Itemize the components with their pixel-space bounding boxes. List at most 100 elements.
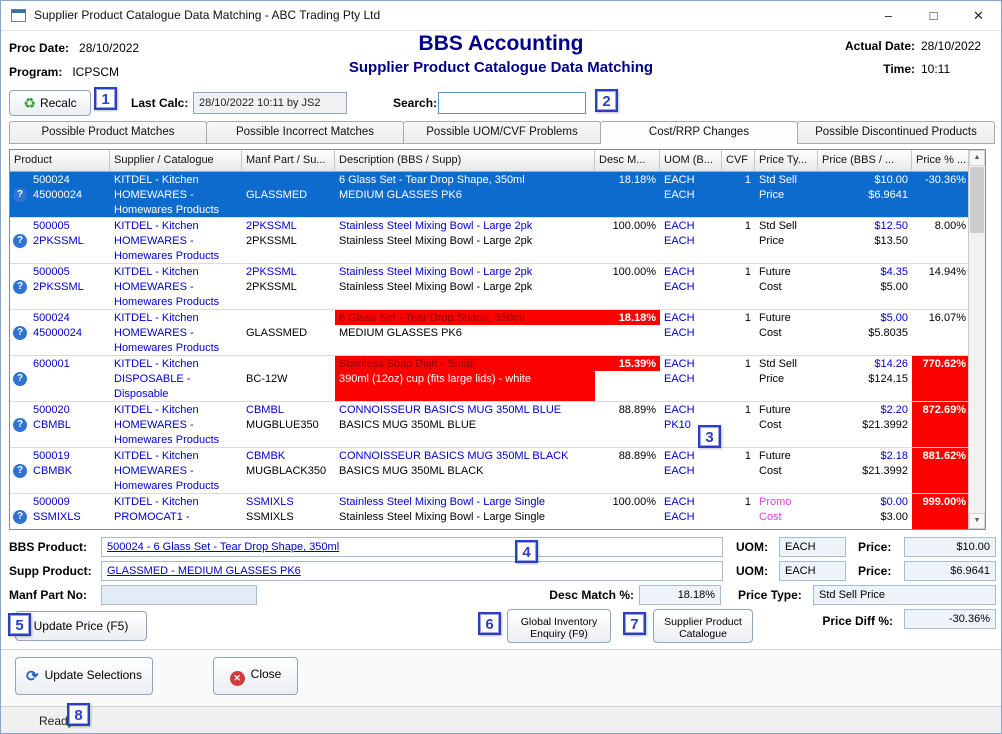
uom-line-1: EACH: [660, 402, 722, 417]
supplier-catalogue-button[interactable]: Supplier Product Catalogue: [653, 609, 753, 643]
row-help-icon[interactable]: ?: [13, 234, 27, 248]
row-help-icon[interactable]: ?: [13, 280, 27, 294]
supplier-line-1: KITDEL - Kitchen: [110, 218, 242, 233]
program-value: ICPSCM: [72, 65, 119, 79]
callout-4: 4: [515, 540, 538, 563]
col-uom[interactable]: UOM (B...: [660, 150, 722, 171]
cell-price-pct: 999.00%: [912, 494, 968, 529]
cell-price-pct: 16.07%: [912, 310, 968, 355]
price-diff-field: -30.36%: [904, 609, 996, 629]
search-label: Search:: [393, 96, 437, 110]
price-line-1: $12.50: [818, 218, 912, 233]
col-manf-part[interactable]: Manf Part / Su...: [242, 150, 335, 171]
col-cvf[interactable]: CVF: [722, 150, 755, 171]
bbs-product-link[interactable]: 500024 - 6 Glass Set - Tear Drop Shape, …: [107, 541, 339, 553]
grid-row-2[interactable]: ?5000052PKSSMLKITDEL - KitchenHOMEWARES …: [10, 264, 968, 310]
grid-row-5[interactable]: ?500020CBMBLKITDEL - KitchenHOMEWARES -H…: [10, 402, 968, 448]
row-help-icon[interactable]: ?: [13, 510, 27, 524]
supplier-line-3: Homewares Products: [110, 432, 242, 447]
price-diff-label: Price Diff %:: [781, 614, 893, 628]
cell-supplier: KITDEL - KitchenHOMEWARES -Homewares Pro…: [110, 448, 242, 493]
grid-row-3[interactable]: ?50002445000024KITDEL - KitchenHOMEWARES…: [10, 310, 968, 356]
cell-cvf: 1: [722, 264, 755, 309]
row-help-icon[interactable]: ?: [13, 464, 27, 478]
product-codes: 500009SSMIXLS: [29, 494, 110, 524]
desc-match-label: Desc Match %:: [546, 588, 634, 602]
tab-possible-incorrect-matches[interactable]: Possible Incorrect Matches: [206, 121, 404, 144]
description-line-2: 390ml (12oz) cup (fits large lids) - whi…: [335, 371, 595, 386]
manf-part-line-1: [242, 310, 335, 325]
grid-row-7[interactable]: ?500009SSMIXLSKITDEL - KitchenPROMOCAT1 …: [10, 494, 968, 529]
price-line-2: $21.3992: [818, 417, 912, 432]
scroll-down-icon[interactable]: ▼: [969, 513, 985, 529]
grid-header: Product Supplier / Catalogue Manf Part /…: [10, 150, 968, 172]
tab-possible-uom-cvf-problems[interactable]: Possible UOM/CVF Problems: [403, 121, 601, 144]
tab-possible-discontinued-products[interactable]: Possible Discontinued Products: [797, 121, 995, 144]
row-help-icon[interactable]: ?: [13, 326, 27, 340]
cell-supplier: KITDEL - KitchenHOMEWARES -Homewares Pro…: [110, 172, 242, 217]
col-product[interactable]: Product: [10, 150, 110, 171]
vertical-scrollbar[interactable]: ▲ ▼: [968, 150, 985, 529]
product-line-1: 500005: [29, 218, 110, 233]
cell-desc-match: 18.18%: [595, 310, 660, 355]
grid-row-4[interactable]: ?600001KITDEL - KitchenDISPOSABLE -Dispo…: [10, 356, 968, 402]
description-line-1: Stainless Steel Mixing Bowl - Large 2pk: [335, 264, 595, 279]
col-price-type[interactable]: Price Ty...: [755, 150, 818, 171]
footer: ⟳Update Selections ✕Close: [1, 650, 1001, 706]
col-price-pct[interactable]: Price % ...: [912, 150, 970, 171]
minimize-icon[interactable]: –: [866, 1, 911, 31]
col-description[interactable]: Description (BBS / Supp): [335, 150, 595, 171]
row-help-icon[interactable]: ?: [13, 418, 27, 432]
close-button[interactable]: ✕Close: [213, 657, 298, 695]
supp-product-link[interactable]: GLASSMED - MEDIUM GLASSES PK6: [107, 565, 301, 577]
supplier-line-1: KITDEL - Kitchen: [110, 356, 242, 371]
price-line-1: $5.00: [818, 310, 912, 325]
supplier-line-1: KITDEL - Kitchen: [110, 172, 242, 187]
price-line-2: $5.00: [818, 279, 912, 294]
update-selections-button[interactable]: ⟳Update Selections: [15, 657, 153, 695]
grid-row-1[interactable]: ?5000052PKSSMLKITDEL - KitchenHOMEWARES …: [10, 218, 968, 264]
supplier-line-3: Homewares Products: [110, 294, 242, 309]
cell-price: $12.50$13.50: [818, 218, 912, 263]
supplier-line-3: Homewares Products: [110, 248, 242, 263]
cell-product: ?600001: [10, 356, 110, 401]
update-price-button[interactable]: Update Price (F5): [15, 611, 147, 641]
manf-part-input[interactable]: [101, 585, 257, 605]
row-help-icon[interactable]: ?: [13, 372, 27, 386]
product-line-2: [29, 371, 110, 386]
global-inventory-button[interactable]: Global Inventory Enquiry (F9): [507, 609, 611, 643]
grid-row-0[interactable]: ?50002445000024KITDEL - KitchenHOMEWARES…: [10, 172, 968, 218]
cell-price-pct: -30.36%: [912, 172, 968, 217]
last-calc-label: Last Calc:: [131, 96, 188, 110]
tab-possible-product-matches[interactable]: Possible Product Matches: [9, 121, 207, 144]
tab-cost-rrp-changes[interactable]: Cost/RRP Changes: [600, 121, 798, 144]
uom-line-1: EACH: [660, 494, 722, 509]
price-line-1: $2.18: [818, 448, 912, 463]
titlebar-close-icon[interactable]: ✕: [956, 1, 1001, 31]
cell-supplier: KITDEL - KitchenHOMEWARES -Homewares Pro…: [110, 402, 242, 447]
recalc-button[interactable]: ♻Recalc: [9, 90, 91, 116]
cell-description: CONNOISSEUR BASICS MUG 350ML BLUEBASICS …: [335, 402, 595, 447]
maximize-icon[interactable]: □: [911, 1, 956, 31]
price-type-line-2: Cost: [755, 417, 818, 432]
row-help-icon[interactable]: ?: [13, 188, 27, 202]
col-price[interactable]: Price (BBS / ...: [818, 150, 912, 171]
cell-desc-match: 100.00%: [595, 494, 660, 529]
col-supplier-catalogue[interactable]: Supplier / Catalogue: [110, 150, 242, 171]
cvf-value: 1: [722, 402, 755, 417]
desc-match-value: 100.00%: [595, 218, 660, 233]
scrollbar-thumb[interactable]: [970, 167, 984, 233]
price-type-line-1: Promo: [755, 494, 818, 509]
scroll-up-icon[interactable]: ▲: [969, 150, 985, 166]
supplier-line-1: KITDEL - Kitchen: [110, 402, 242, 417]
search-input[interactable]: [438, 92, 586, 114]
cell-manf-part: SSMIXLSSSMIXLS: [242, 494, 335, 529]
cvf-value: 1: [722, 494, 755, 509]
supplier-line-2: HOMEWARES -: [110, 417, 242, 432]
col-desc-match[interactable]: Desc M...: [595, 150, 660, 171]
supp-price-field: $6.9641: [904, 561, 996, 581]
grid-row-6[interactable]: ?500019CBMBKKITDEL - KitchenHOMEWARES -H…: [10, 448, 968, 494]
cell-manf-part: CBMBKMUGBLACK350: [242, 448, 335, 493]
bbs-uom-label: UOM:: [736, 540, 768, 554]
price-line-2: $6.9641: [818, 187, 912, 202]
